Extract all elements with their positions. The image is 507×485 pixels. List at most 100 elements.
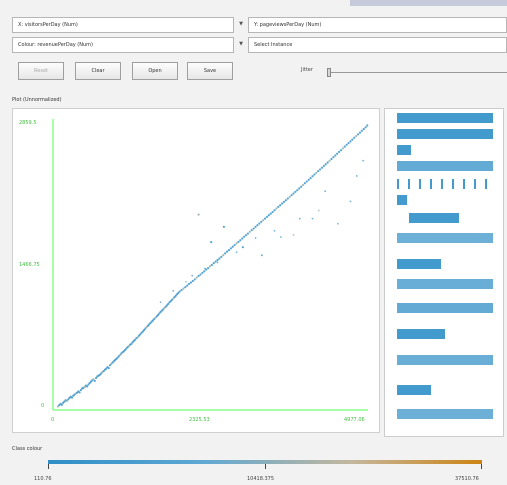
scatter-point[interactable] <box>185 280 187 283</box>
attribute-strip-7[interactable] <box>409 213 459 223</box>
attribute-strip-4[interactable] <box>397 161 493 171</box>
y-axis-selector[interactable]: Y: pageviewsPerDay (Num) <box>248 17 507 33</box>
scatter-point[interactable] <box>235 242 238 245</box>
clear-button[interactable]: Clear <box>75 62 121 80</box>
scatter-point[interactable] <box>187 282 191 286</box>
scatter-point[interactable] <box>339 149 343 152</box>
colour-dropdown-icon[interactable]: ▼ <box>237 37 245 51</box>
scatter-point[interactable] <box>326 161 329 164</box>
scatter-point[interactable] <box>178 290 181 293</box>
scatter-point[interactable] <box>337 150 341 154</box>
scatter-point[interactable] <box>298 187 301 190</box>
scatter-point[interactable] <box>189 281 193 284</box>
scatter-point[interactable] <box>315 171 318 174</box>
scatter-point[interactable] <box>269 212 272 215</box>
attribute-strip-8[interactable] <box>397 233 493 243</box>
scatter-point[interactable] <box>301 183 305 187</box>
scatter-point[interactable] <box>197 274 200 278</box>
scatter-point[interactable] <box>260 254 263 257</box>
scatter-point[interactable] <box>222 254 225 257</box>
scatter-point[interactable] <box>250 229 253 232</box>
scatter-point[interactable] <box>78 391 81 394</box>
scatter-point[interactable] <box>231 245 234 248</box>
scatter-point[interactable] <box>204 267 206 270</box>
scatter-point[interactable] <box>260 220 263 223</box>
scatter-point[interactable] <box>279 204 282 207</box>
scatter-point[interactable] <box>93 379 96 382</box>
scatter-point[interactable] <box>218 257 221 260</box>
scatter-point[interactable] <box>345 143 348 146</box>
scatter-point[interactable] <box>263 217 267 220</box>
scatter-point[interactable] <box>241 237 244 240</box>
scatter-point[interactable] <box>186 284 189 287</box>
scatter-point[interactable] <box>233 243 236 247</box>
scatter-point[interactable] <box>210 240 213 244</box>
scatter-point[interactable] <box>332 156 335 159</box>
scatter-point[interactable] <box>180 289 183 292</box>
scatter-point[interactable] <box>286 197 289 200</box>
scatter-point[interactable] <box>227 249 231 252</box>
x-axis-selector[interactable]: X: visitorsPerDay (Num) <box>12 17 234 33</box>
scatter-point[interactable] <box>199 273 202 276</box>
scatter-point[interactable] <box>203 270 206 273</box>
scatter-point[interactable] <box>328 159 331 162</box>
scatter-point[interactable] <box>271 210 274 214</box>
scatter-point[interactable] <box>366 124 369 127</box>
scatter-point[interactable] <box>358 131 362 134</box>
scatter-point[interactable] <box>313 173 316 176</box>
scatter-point[interactable] <box>362 127 365 131</box>
scatter-point[interactable] <box>303 182 306 185</box>
scatter-point[interactable] <box>107 366 110 370</box>
scatter-point[interactable] <box>243 235 246 238</box>
scatter-point[interactable] <box>296 189 299 192</box>
scatter-point[interactable] <box>248 230 251 233</box>
scatter-point[interactable] <box>298 217 301 220</box>
scatter-point[interactable] <box>364 126 367 129</box>
scatter-point[interactable] <box>322 164 325 168</box>
scatter-point[interactable] <box>275 207 278 210</box>
scatter-point[interactable] <box>220 255 223 258</box>
scatter-point[interactable] <box>353 136 356 139</box>
scatter-point[interactable] <box>201 271 204 274</box>
colour-selector[interactable]: Colour: revenuePerDay (Num) <box>12 37 234 53</box>
scatter-point[interactable] <box>307 178 310 181</box>
attribute-strips-panel[interactable] <box>384 108 504 437</box>
scatter-point[interactable] <box>60 403 63 407</box>
scatter-point[interactable] <box>317 209 320 212</box>
scatter-point[interactable] <box>216 261 219 264</box>
attribute-strip-2[interactable] <box>397 129 493 139</box>
scatter-point[interactable] <box>279 236 282 238</box>
attribute-strip-12[interactable] <box>397 329 445 339</box>
scatter-point[interactable] <box>222 225 225 228</box>
scatter-point[interactable] <box>212 262 215 265</box>
scatter-point[interactable] <box>351 138 354 141</box>
jitter-slider-track[interactable] <box>331 72 507 73</box>
scatter-point[interactable] <box>208 265 212 268</box>
scatter-point[interactable] <box>254 225 257 228</box>
scatter-point[interactable] <box>324 163 327 166</box>
scatter-point[interactable] <box>355 134 358 138</box>
scatter-point[interactable] <box>224 252 227 255</box>
select-instance-selector[interactable]: Select Instance <box>248 37 507 53</box>
scatter-point[interactable] <box>214 260 217 263</box>
scatter-point[interactable] <box>292 234 295 236</box>
scatter-point[interactable] <box>273 229 276 232</box>
scatter-point[interactable] <box>292 192 295 195</box>
scatter-point[interactable] <box>341 147 344 150</box>
scatter-point[interactable] <box>343 145 346 148</box>
scatter-point[interactable] <box>193 278 196 281</box>
scatter-point[interactable] <box>252 227 255 230</box>
scatter-point[interactable] <box>277 205 280 208</box>
scatter-point[interactable] <box>273 209 276 212</box>
scatter-point[interactable] <box>282 200 286 203</box>
reset-button[interactable]: Reset <box>18 62 64 80</box>
scatter-point[interactable] <box>258 222 261 225</box>
scatter-point[interactable] <box>70 396 74 399</box>
scatter-point[interactable] <box>311 217 314 220</box>
scatter-point[interactable] <box>237 240 240 243</box>
scatter-point[interactable] <box>349 200 352 203</box>
scatter-point[interactable] <box>159 301 162 304</box>
jitter-slider-thumb[interactable] <box>327 68 331 77</box>
attribute-strip-1[interactable] <box>397 113 493 123</box>
scatter-point[interactable] <box>191 274 194 277</box>
